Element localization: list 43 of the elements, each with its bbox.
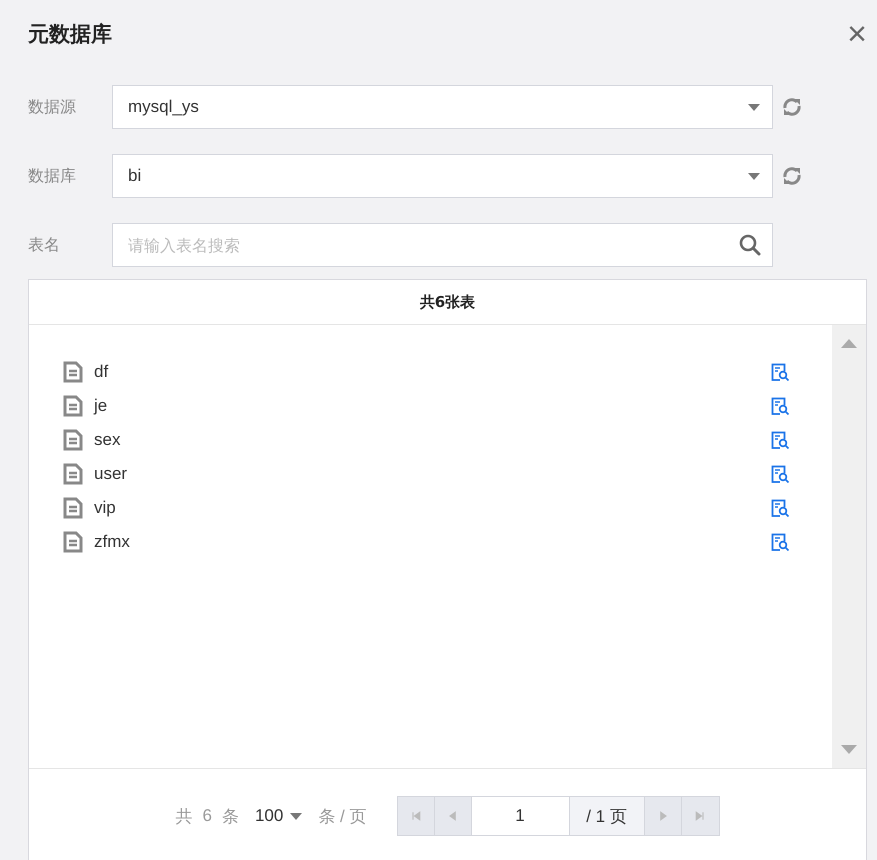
- table-name[interactable]: zfmx: [94, 532, 130, 552]
- field-label: 数据源: [28, 96, 77, 118]
- search-icon: [739, 234, 761, 256]
- close-button[interactable]: ×: [847, 17, 867, 51]
- preview-icon[interactable]: [771, 464, 790, 484]
- caret-icon: [290, 812, 302, 820]
- preview-icon[interactable]: [771, 396, 790, 416]
- table-name[interactable]: vip: [94, 498, 116, 518]
- skip-back-icon: [410, 809, 422, 823]
- search-field[interactable]: 请输入表名搜索: [112, 223, 773, 267]
- document-icon: [63, 395, 83, 417]
- select-field[interactable]: bi: [112, 154, 773, 198]
- scroll-up-icon[interactable]: [841, 339, 857, 348]
- field-label: 表名: [28, 234, 61, 256]
- document-icon: [63, 497, 83, 519]
- document-icon: [63, 531, 83, 553]
- document-icon: [63, 463, 83, 485]
- total-count: 6: [202, 806, 212, 826]
- field-label: 数据库: [28, 166, 77, 186]
- page-total: / 1 页: [570, 797, 644, 835]
- scrollbar[interactable]: [832, 325, 866, 768]
- total-label: 共: [175, 806, 192, 828]
- dialog-title: 元数据库: [28, 21, 112, 48]
- preview-icon[interactable]: [771, 532, 790, 552]
- triangle-left-icon: [446, 809, 458, 823]
- table-count: 共6张表: [29, 280, 866, 325]
- select-field[interactable]: mysql_ys: [112, 85, 773, 129]
- table-name[interactable]: je: [94, 396, 108, 416]
- table-name[interactable]: user: [94, 464, 128, 484]
- document-icon: [63, 361, 83, 383]
- caret-icon: [748, 172, 760, 180]
- skip-forward-icon: [694, 809, 706, 823]
- preview-icon[interactable]: [771, 430, 790, 450]
- total-label: 条: [222, 806, 239, 828]
- table-name[interactable]: sex: [94, 430, 120, 450]
- scroll-down-icon[interactable]: [841, 745, 857, 754]
- preview-icon[interactable]: [771, 362, 790, 382]
- preview-icon[interactable]: [771, 498, 790, 518]
- document-icon: [63, 429, 83, 451]
- table-name[interactable]: df: [94, 362, 108, 382]
- caret-icon: [748, 104, 760, 110]
- page-size-select[interactable]: 100: [254, 806, 302, 826]
- per-page-label: 条 / 页: [318, 806, 366, 828]
